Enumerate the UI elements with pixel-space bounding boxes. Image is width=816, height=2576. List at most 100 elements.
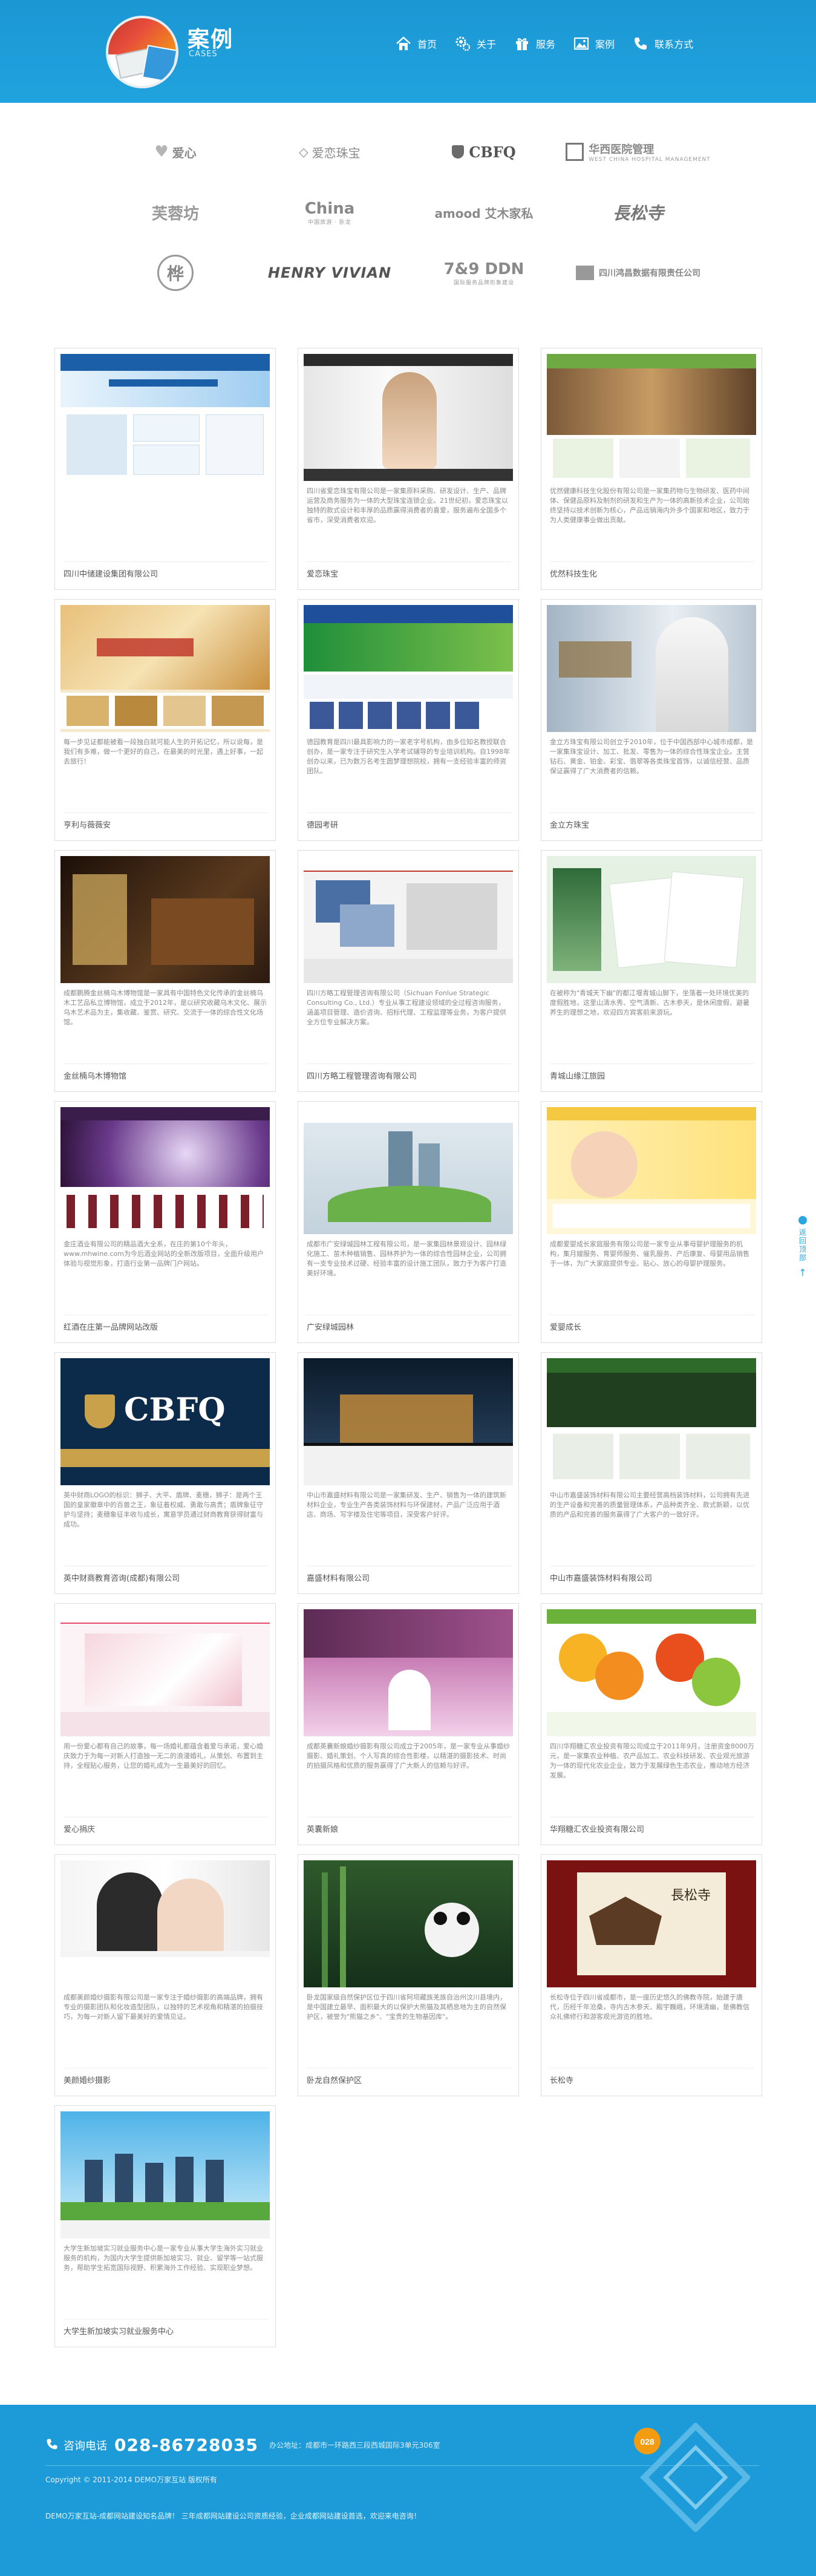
nav-label: 关于 bbox=[477, 39, 497, 50]
case-thumbnail bbox=[60, 605, 270, 732]
case-name: 英囊新娘 bbox=[307, 1825, 339, 1834]
case-card[interactable]: 成都英囊新娘婚纱摄影有限公司成立于2005年，是一家专业从事婚纱摄影、婚礼策划、… bbox=[298, 1603, 519, 1845]
case-card[interactable]: 四川省爱恋珠宝有限公司是一家集原料采购、研发设计、生产、品牌运营及商务服务为一体… bbox=[298, 348, 519, 590]
case-card[interactable]: 用一份爱心都有自己的故事，每一场婚礼都蕴含着爱与承诺，爱心婚庆致力于为每一对新人… bbox=[54, 1603, 276, 1845]
case-thumbnail bbox=[60, 354, 270, 481]
case-card[interactable]: 長松寺 长松寺位于四川省成都市，是一座历史悠久的佛教寺院，始建于唐代，历经千年沧… bbox=[541, 1854, 762, 2096]
case-description: 成都爱婴成长家庭服务有限公司是一家专业从事母婴护理服务的机构，集月嫂服务、育婴师… bbox=[550, 1240, 749, 1267]
brand-logo[interactable]: amood 艾木家私 bbox=[411, 185, 557, 240]
case-name: 青城山缘江旅园 bbox=[550, 1072, 605, 1081]
case-description: 金立方珠宝有限公司创立于2010年，位于中国西部中心城市成都，是一家集珠宝设计、… bbox=[550, 738, 753, 775]
case-name: 英中财商教育咨询(成都)有限公司 bbox=[64, 1574, 180, 1583]
case-thumbnail bbox=[60, 1609, 270, 1736]
case-description: 金庄酒业有限公司的精品酒大全系，在庄的第10个年头，www.mhwine.com… bbox=[64, 1240, 264, 1267]
case-name: 优然科技生化 bbox=[550, 570, 598, 579]
nav-item-contact[interactable]: 联系方式 bbox=[632, 31, 693, 56]
case-card[interactable]: 每一步见证都能被看一段独白就可能人生的开拓记忆，所以说每，是我们有多难，做一个更… bbox=[54, 599, 276, 841]
heart-icon: ♥ bbox=[154, 143, 169, 161]
case-name: 嘉盛材料有限公司 bbox=[307, 1574, 370, 1583]
phone-icon bbox=[632, 34, 650, 53]
case-card[interactable]: 成都美颜婚纱摄影有限公司是一家专注于婚纱摄影的高端品牌，拥有专业的摄影团队和化妆… bbox=[54, 1854, 276, 2096]
case-thumbnail bbox=[60, 1107, 270, 1234]
building-icon bbox=[576, 266, 594, 280]
case-card[interactable]: 成都市广安绿城园林工程有限公司，是一家集园林景观设计、园林绿化施工、苗木种植销售… bbox=[298, 1101, 519, 1343]
case-thumbnail bbox=[547, 1358, 756, 1485]
case-card[interactable]: 大学生新加坡实习就业服务中心是一家专业从事大学生海外实习就业服务的机构，为国内大… bbox=[54, 2105, 276, 2347]
brand-logo[interactable]: China 中国旅游 · 卧龙 bbox=[257, 185, 402, 240]
case-thumbnail bbox=[304, 1609, 513, 1736]
case-description: 英中财商LOGO的标识：狮子、大平、盾牌、麦穗，狮子：是两个王国的皇家徽章中的百… bbox=[64, 1491, 263, 1528]
case-name: 金立方珠宝 bbox=[550, 821, 590, 830]
nav-label: 联系方式 bbox=[654, 39, 694, 50]
case-description: 成都美颜婚纱摄影有限公司是一家专注于婚纱摄影的高端品牌，拥有专业的摄影团队和化妆… bbox=[64, 1993, 263, 2021]
case-name: 爱恋珠宝 bbox=[307, 570, 339, 579]
brand-logo[interactable]: 华西医院管理 WEST CHINA HOSPITAL MANAGEMENT bbox=[566, 124, 711, 180]
office-address: 办公地址：成都市一环路西三段西城国际3单元306室 bbox=[269, 2441, 440, 2450]
site-header: 案例 CASES 首页 关于 服务 案例 联系方式 bbox=[0, 0, 816, 103]
case-card[interactable]: 卧龙国家级自然保护区位于四川省阿坝藏族羌族自治州汶川县境内，是中国建立最早、面积… bbox=[298, 1854, 519, 2096]
case-card[interactable]: 金庄酒业有限公司的精品酒大全系，在庄的第10个年头，www.mhwine.com… bbox=[54, 1101, 276, 1343]
footer-links[interactable]: DEMO万家互站-成都网站建设知名品牌！ 三年成都网站建设公司资质经验，企业成都… bbox=[45, 2511, 421, 2521]
phone-icon bbox=[45, 2437, 59, 2453]
brand-logo[interactable]: 桦 bbox=[103, 245, 248, 301]
temple-wordmark: 長松寺 bbox=[671, 1888, 711, 1903]
logo[interactable] bbox=[106, 16, 178, 88]
case-card[interactable]: 优然健康科技生化股份有限公司是一家集药物与生物研发、医药中间体、保健品原料及制剂… bbox=[541, 348, 762, 590]
case-name: 美颜婚纱摄影 bbox=[64, 2076, 111, 2085]
case-name: 爱婴成长 bbox=[550, 1323, 582, 1332]
page-title: 案例 bbox=[188, 27, 234, 52]
case-name: 四川方略工程管理咨询有限公司 bbox=[307, 1072, 417, 1081]
case-description: 每一步见证都能被看一段独白就可能人生的开拓记忆，所以说每，是我们有多难，做一个更… bbox=[64, 738, 263, 765]
case-card[interactable]: 中山市嘉盛材料有限公司是一家集研发、生产、销售为一体的建筑新材料企业，专业生产各… bbox=[298, 1352, 519, 1594]
case-description: 成都市广安绿城园林工程有限公司，是一家集园林景观设计、园林绿化施工、苗木种植销售… bbox=[307, 1240, 506, 1277]
case-card[interactable]: 四川方略工程管理咨询有限公司（Sichuan Fonlue Strategic … bbox=[298, 850, 519, 1092]
brand-logo[interactable]: ♥ 爱心 bbox=[103, 124, 248, 180]
case-card[interactable]: 四川华翔糖汇农业投资有限公司成立于2011年9月，注册资金8000万元，是一家集… bbox=[541, 1603, 762, 1845]
case-name: 德园考研 bbox=[307, 821, 339, 830]
brand-logo[interactable]: 長松寺 bbox=[566, 185, 711, 240]
brand-logo-grid: ♥ 爱心 ◇ 爱恋珠宝 CBFQ 华西医院管理 WEST CHINA HOSPITAL… bbox=[103, 124, 714, 306]
case-card[interactable]: 德园教育是四川最具影响力的一家老字号机构，由多位知名教授联合创办，是一家专注于研… bbox=[298, 599, 519, 841]
nav-item-services[interactable]: 服务 bbox=[513, 31, 555, 56]
case-description bbox=[64, 486, 268, 541]
cbfq-wordmark: CBFQ bbox=[124, 1391, 226, 1428]
back-to-top[interactable]: 返回顶部 ↑ bbox=[796, 1216, 809, 1301]
brand-logo[interactable]: CBFQ bbox=[411, 124, 557, 180]
case-card[interactable]: 四川中储建设集团有限公司 bbox=[54, 348, 276, 590]
case-grid: 四川中储建设集团有限公司 四川省爱恋珠宝有限公司是一家集原料采购、研发设计、生产… bbox=[54, 348, 762, 2362]
brand-logo[interactable]: HENRY VIVIAN bbox=[257, 245, 402, 301]
case-thumbnail bbox=[304, 1107, 513, 1234]
brand-logo[interactable]: ◇ 爱恋珠宝 bbox=[257, 124, 402, 180]
case-thumbnail bbox=[304, 605, 513, 732]
case-card[interactable]: 金立方珠宝有限公司创立于2010年，位于中国西部中心城市成都，是一家集珠宝设计、… bbox=[541, 599, 762, 841]
phone-label: 咨询电话 bbox=[64, 2439, 107, 2453]
case-thumbnail bbox=[547, 856, 756, 983]
case-card[interactable]: 中山市嘉盛装饰材料有限公司主要经营高档装饰材料，公司拥有先进的生产设备和完善的质… bbox=[541, 1352, 762, 1594]
nav-item-home[interactable]: 首页 bbox=[394, 31, 437, 56]
case-card[interactable]: 在被称为"青城天下幽"的都江堰青城山脚下，坐落着一处环境优美的度假胜地，这里山清… bbox=[541, 850, 762, 1092]
brand-logo[interactable]: 7&9 DDN 国际服务品牌形象建设 bbox=[411, 245, 557, 301]
contact-row: 咨询电话 028-86728035 办公地址：成都市一环路西三段西城国际3单元3… bbox=[45, 2435, 440, 2455]
case-card[interactable]: 成都鹏腾金丝楠乌木博物馆是一家具有中国特色文化传承的金丝楠乌木工艺品私立博物馆，… bbox=[54, 850, 276, 1092]
brand-logo[interactable]: 四川鸿昌数据有限责任公司 bbox=[566, 245, 711, 301]
decorative-badge: 028 bbox=[623, 2422, 751, 2533]
case-thumbnail bbox=[547, 354, 756, 481]
case-name: 大学生新加坡实习就业服务中心 bbox=[64, 2327, 174, 2336]
case-thumbnail bbox=[304, 856, 513, 983]
svg-text:028: 028 bbox=[640, 2437, 654, 2447]
case-description: 成都鹏腾金丝楠乌木博物馆是一家具有中国特色文化传承的金丝楠乌木工艺品私立博物馆，… bbox=[64, 989, 267, 1026]
case-description: 大学生新加坡实习就业服务中心是一家专业从事大学生海外实习就业服务的机构，为国内大… bbox=[64, 2244, 263, 2272]
brand-logo[interactable]: 芙蓉坊 bbox=[103, 185, 248, 240]
phone-number[interactable]: 028-86728035 bbox=[114, 2435, 258, 2455]
nav-item-about[interactable]: 关于 bbox=[454, 31, 496, 56]
case-card[interactable]: CBFQ 英中财商LOGO的标识：狮子、大平、盾牌、麦穗，狮子：是两个王国的皇家… bbox=[54, 1352, 276, 1594]
nav-item-cases[interactable]: 案例 bbox=[572, 31, 615, 56]
case-name: 卧龙自然保护区 bbox=[307, 2076, 362, 2085]
nav-label: 案例 bbox=[595, 39, 615, 50]
case-name: 长松寺 bbox=[550, 2076, 574, 2085]
case-thumbnail bbox=[60, 1860, 270, 1987]
case-description: 长松寺位于四川省成都市，是一座历史悠久的佛教寺院，始建于唐代，历经千年沧桑，寺内… bbox=[550, 1993, 749, 2021]
case-name: 四川中储建设集团有限公司 bbox=[64, 570, 158, 579]
case-description: 在被称为"青城天下幽"的都江堰青城山脚下，坐落着一处环境优美的度假胜地，这里山清… bbox=[550, 989, 749, 1016]
case-card[interactable]: 成都爱婴成长家庭服务有限公司是一家专业从事母婴护理服务的机构，集月嫂服务、育婴师… bbox=[541, 1101, 762, 1343]
